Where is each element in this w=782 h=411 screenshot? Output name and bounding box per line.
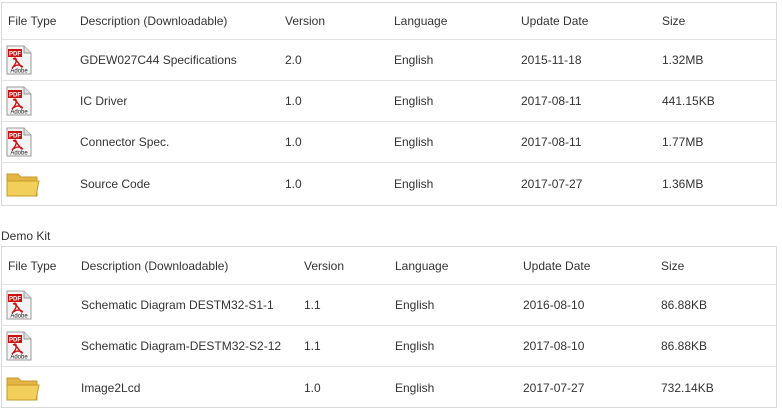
date-cell: 2017-08-11 xyxy=(521,135,582,149)
pdf-icon[interactable]: PDF Adobe xyxy=(6,45,32,75)
header-update-date: Update Date xyxy=(523,258,591,273)
svg-text:Adobe: Adobe xyxy=(10,69,28,75)
header-description: Description (Downloadable) xyxy=(81,258,229,273)
date-cell: 2017-08-11 xyxy=(521,94,582,108)
size-cell: 86.88KB xyxy=(661,298,708,312)
language-cell: English xyxy=(394,94,434,108)
table-body: PDF Adobe GDEW027C44 Specifications 2.0 Engl… xyxy=(2,40,776,204)
svg-text:PDF: PDF xyxy=(9,338,21,344)
table-row: PDF Adobe Schematic Diagram-DESTM32-S2-12 1… xyxy=(2,326,776,367)
description-link[interactable]: Schematic Diagram-DESTM32-S2-12 xyxy=(81,326,281,366)
language-cell: English xyxy=(394,53,434,67)
date-cell: 2017-08-10 xyxy=(523,339,585,353)
demo-kit-table: File Type Description (Downloadable) Ver… xyxy=(1,246,777,408)
svg-text:Adobe: Adobe xyxy=(10,314,28,320)
svg-text:Adobe: Adobe xyxy=(10,355,28,361)
table-row: PDF Adobe GDEW027C44 Specifications 2.0 Engl… xyxy=(2,40,776,81)
pdf-icon[interactable]: PDF Adobe xyxy=(6,290,32,320)
size-cell: 86.88KB xyxy=(661,339,708,353)
size-cell: 441.15KB xyxy=(662,94,715,108)
language-cell: English xyxy=(394,135,434,149)
version-cell: 1.0 xyxy=(285,94,302,108)
table-row: PDF Adobe Schematic Diagram DESTM32-S1-1 1.… xyxy=(2,285,776,326)
header-size: Size xyxy=(661,258,685,273)
svg-text:PDF: PDF xyxy=(9,93,21,99)
svg-text:PDF: PDF xyxy=(9,52,21,58)
version-cell: 1.0 xyxy=(304,380,321,395)
date-cell: 2015-11-18 xyxy=(521,53,582,67)
folder-icon[interactable] xyxy=(6,170,40,198)
description-link[interactable]: Source Code xyxy=(80,163,150,204)
version-cell: 1.0 xyxy=(285,135,302,149)
language-cell: English xyxy=(395,380,435,395)
section-title-demo-kit: Demo Kit xyxy=(1,229,51,243)
description-link[interactable]: GDEW027C44 Specifications xyxy=(80,40,237,80)
version-cell: 1.1 xyxy=(304,339,321,353)
version-cell: 2.0 xyxy=(285,53,302,67)
header-version: Version xyxy=(285,14,326,28)
description-link[interactable]: Schematic Diagram DESTM32-S1-1 xyxy=(81,285,274,325)
date-cell: 2016-08-10 xyxy=(523,298,585,312)
svg-text:PDF: PDF xyxy=(9,134,21,140)
size-cell: 1.32MB xyxy=(662,53,704,67)
language-cell: English xyxy=(394,176,434,191)
description-link[interactable]: Connector Spec. xyxy=(80,122,169,162)
table-header-row: File Type Description (Downloadable) Ver… xyxy=(2,3,776,40)
folder-icon[interactable] xyxy=(6,374,40,402)
table-row: Source Code 1.0 English 2017-07-27 1.36MB xyxy=(2,163,776,204)
svg-text:PDF: PDF xyxy=(9,297,21,303)
pdf-icon[interactable]: PDF Adobe xyxy=(6,86,32,116)
version-cell: 1.0 xyxy=(285,176,302,191)
language-cell: English xyxy=(395,339,435,353)
header-file-type: File Type xyxy=(8,14,57,28)
table-row: PDF Adobe IC Driver 1.0 English 2017-08-11 441… xyxy=(2,81,776,122)
header-file-type: File Type xyxy=(8,258,57,273)
header-update-date: Update Date xyxy=(521,14,589,28)
header-description: Description (Downloadable) xyxy=(80,14,228,28)
header-size: Size xyxy=(662,14,686,28)
downloads-table: File Type Description (Downloadable) Ver… xyxy=(1,2,777,206)
description-link[interactable]: IC Driver xyxy=(80,81,127,121)
language-cell: English xyxy=(395,298,435,312)
table-row: PDF Adobe Connector Spec. 1.0 English 2017-08… xyxy=(2,122,776,163)
header-language: Language xyxy=(395,258,449,273)
date-cell: 2017-07-27 xyxy=(521,176,583,191)
table-row: Image2Lcd 1.0 English 2017-07-27 732.14KB xyxy=(2,367,776,408)
table-body: PDF Adobe Schematic Diagram DESTM32-S1-1 1.… xyxy=(2,285,776,408)
version-cell: 1.1 xyxy=(304,298,321,312)
size-cell: 1.36MB xyxy=(662,176,704,191)
pdf-icon[interactable]: PDF Adobe xyxy=(6,127,32,157)
pdf-icon[interactable]: PDF Adobe xyxy=(6,331,32,361)
size-cell: 732.14KB xyxy=(661,380,714,395)
svg-text:Adobe: Adobe xyxy=(10,151,28,157)
size-cell: 1.77MB xyxy=(662,135,704,149)
header-language: Language xyxy=(394,14,448,28)
svg-text:Adobe: Adobe xyxy=(10,110,28,116)
table-header-row: File Type Description (Downloadable) Ver… xyxy=(2,247,776,285)
date-cell: 2017-07-27 xyxy=(523,380,585,395)
description-link[interactable]: Image2Lcd xyxy=(81,367,140,408)
header-version: Version xyxy=(304,258,345,273)
